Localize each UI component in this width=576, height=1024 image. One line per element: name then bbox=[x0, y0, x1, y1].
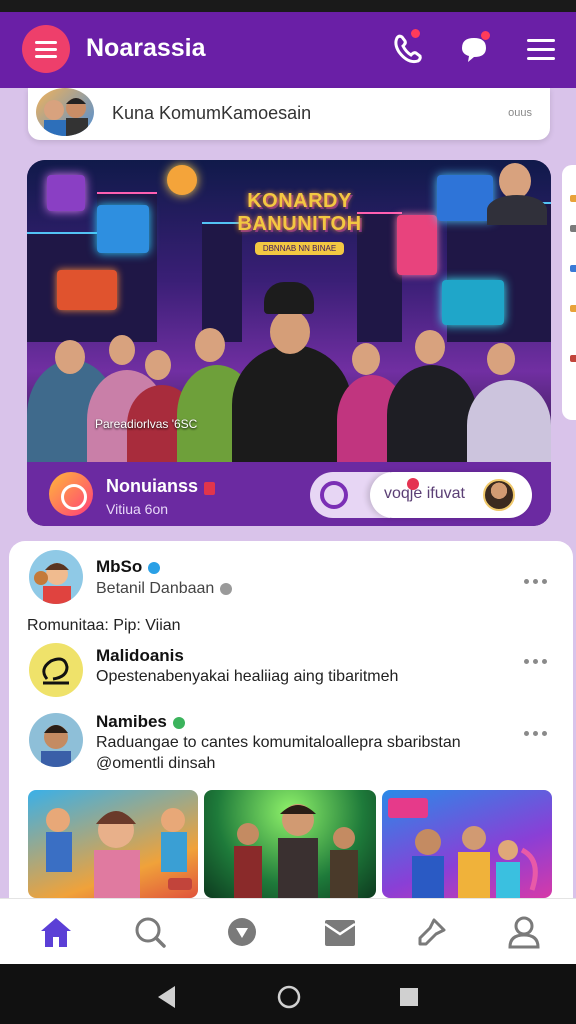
community-label: Kuna KomumKamoesain bbox=[112, 103, 312, 123]
featured-card[interactable]: KONARDY BANUNITOH DBNNAB NN BINAE Paread… bbox=[27, 160, 551, 526]
featured-caption: Pareadiorlvas '6SC bbox=[95, 417, 198, 431]
banner-title-2: BANUNITOH bbox=[237, 213, 362, 235]
avatar[interactable] bbox=[29, 550, 83, 604]
featured-badge bbox=[204, 482, 215, 495]
featured-image: KONARDY BANUNITOH DBNNAB NN BINAE Paread… bbox=[27, 160, 551, 462]
community-bar[interactable]: Kuna KomumKamoesain ouus bbox=[28, 88, 550, 140]
home-icon[interactable] bbox=[36, 914, 76, 950]
post-author[interactable]: MbSo bbox=[96, 557, 161, 577]
verified-icon bbox=[172, 716, 185, 729]
home-circle-icon[interactable] bbox=[277, 985, 301, 1009]
post-author[interactable]: Malidoanis bbox=[96, 646, 184, 666]
community-logo-icon bbox=[49, 472, 93, 516]
post-author-name: MbSo bbox=[96, 557, 143, 576]
media-thumbnail[interactable] bbox=[28, 790, 198, 898]
featured-title: Nonuianss bbox=[106, 476, 199, 496]
hamburger-icon[interactable] bbox=[527, 39, 555, 61]
back-icon[interactable] bbox=[158, 986, 175, 1008]
post-text: Opestenabenyakai healiiag aing tibaritme… bbox=[96, 668, 399, 685]
recents-icon[interactable] bbox=[400, 988, 418, 1006]
bottom-navigation bbox=[0, 898, 576, 964]
avatar[interactable] bbox=[29, 713, 83, 767]
more-options-icon[interactable] bbox=[524, 659, 550, 665]
next-card-peek[interactable] bbox=[562, 165, 576, 420]
banner-subtitle: DBNNAB NN BINAE bbox=[254, 242, 345, 255]
profile-icon[interactable] bbox=[504, 914, 544, 950]
post-author-name: Namibes bbox=[96, 712, 167, 731]
notification-dot bbox=[407, 478, 419, 490]
chat-bubble-icon[interactable] bbox=[456, 30, 492, 66]
verified-icon bbox=[148, 561, 161, 574]
featured-subtitle: Vitiua 6on bbox=[106, 501, 169, 517]
community-avatar bbox=[36, 88, 94, 136]
menu-button[interactable] bbox=[22, 25, 70, 73]
post-subtitle-text: Betanil Danbaan bbox=[96, 580, 215, 597]
mail-icon[interactable] bbox=[320, 914, 360, 950]
section-label: Romunitaa: Pip: Viian bbox=[27, 617, 181, 634]
pin-icon[interactable] bbox=[410, 914, 450, 950]
phone-icon[interactable] bbox=[390, 28, 426, 66]
post-text-line-2: @omentli dinsah bbox=[96, 755, 216, 772]
community-side-text: ouus bbox=[508, 107, 532, 119]
post-text: Raduangae to cantes komumitaloallepra sb… bbox=[96, 734, 461, 751]
avatar[interactable] bbox=[29, 643, 83, 697]
more-options-icon[interactable] bbox=[524, 731, 550, 737]
pill-avatar bbox=[483, 479, 515, 511]
featured-card-footer: Nonuianss Vitiua 6on voqje ifuvat bbox=[27, 462, 551, 526]
media-thumbnail[interactable] bbox=[382, 790, 552, 898]
info-icon bbox=[220, 582, 233, 595]
post-author[interactable]: Namibes bbox=[96, 712, 185, 732]
banner-title-1: KONARDY bbox=[247, 190, 352, 212]
join-pill-label: voqje ifuvat bbox=[384, 485, 465, 502]
explore-icon[interactable] bbox=[222, 914, 262, 950]
post-subtitle: Betanil Danbaan bbox=[96, 578, 233, 599]
search-icon[interactable] bbox=[130, 914, 170, 950]
join-pill-button[interactable]: voqje ifuvat bbox=[370, 472, 532, 518]
featured-banner-logo: KONARDY BANUNITOH DBNNAB NN BINAE bbox=[232, 190, 367, 270]
media-thumbnail[interactable] bbox=[204, 790, 376, 898]
status-bar bbox=[0, 0, 576, 12]
app-bar: Noarassia bbox=[0, 12, 576, 88]
system-navigation-bar bbox=[0, 964, 576, 1024]
app-title: Noarassia bbox=[86, 34, 206, 62]
more-options-icon[interactable] bbox=[524, 579, 550, 585]
